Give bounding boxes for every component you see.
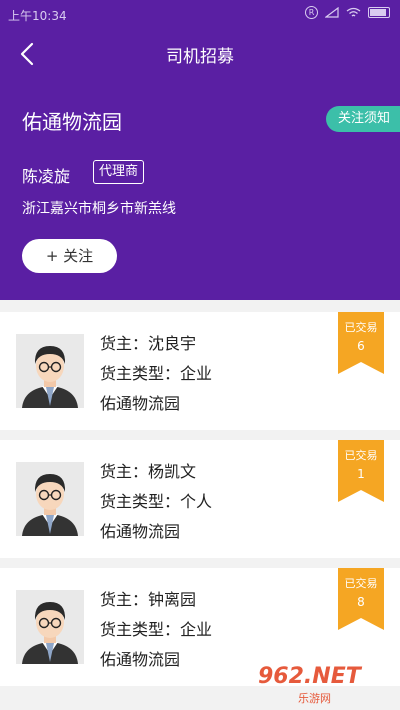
- notice-button[interactable]: 关注须知: [325, 106, 400, 132]
- avatar-icon: [16, 590, 84, 664]
- company-line: 佑通物流园: [100, 650, 181, 669]
- trade-ribbon: 已交易 8: [338, 568, 384, 630]
- follow-button[interactable]: + 关注: [22, 239, 117, 273]
- status-time: 上午10:34: [8, 9, 67, 23]
- park-name: 佑通物流园: [22, 110, 122, 134]
- page-title: 司机招募: [166, 47, 234, 67]
- trade-count: 8: [357, 595, 365, 609]
- owner-line: 货主：杨凯文: [100, 462, 197, 481]
- address: 浙江嘉兴市桐乡市新羔线: [22, 201, 176, 217]
- owner-card[interactable]: 货主：沈良宇 货主类型：企业 佑通物流园 已交易 6: [0, 312, 400, 430]
- company-line: 佑通物流园: [100, 394, 181, 413]
- owner-line: 货主：钟离园: [100, 590, 197, 609]
- owner-type-line: 货主类型：企业: [100, 620, 213, 639]
- company-line: 佑通物流园: [100, 522, 181, 541]
- owner-card[interactable]: 货主：杨凯文 货主类型：个人 佑通物流园 已交易 1: [0, 440, 400, 558]
- trade-count: 6: [357, 339, 365, 353]
- agent-badge: 代理商: [93, 160, 145, 184]
- signal-icon: [325, 7, 339, 18]
- trade-label: 已交易: [344, 577, 378, 590]
- header: 上午10:34 R 司机招募 佑通物流园 关注须知 陈凌旋 代理商 浙江嘉兴市桐…: [0, 0, 400, 300]
- owner-type-line: 货主类型：个人: [100, 492, 213, 511]
- owner-type-line: 货主类型：企业: [100, 364, 213, 383]
- owner-name: 陈凌旋: [22, 167, 71, 186]
- trade-ribbon: 已交易 1: [338, 440, 384, 502]
- trade-label: 已交易: [344, 321, 378, 334]
- owner-line: 货主：沈良宇: [100, 334, 197, 353]
- registered-icon: R: [305, 6, 318, 19]
- watermark-sub: 乐游网: [298, 692, 331, 705]
- status-bar: 上午10:34 R: [0, 0, 400, 28]
- watermark: 962.NET 乐游网: [258, 660, 386, 706]
- avatar-icon: [16, 462, 84, 536]
- watermark-logo: 962.NET: [258, 664, 361, 689]
- wifi-icon: [346, 7, 361, 17]
- battery-icon: [368, 7, 390, 18]
- trade-label: 已交易: [344, 449, 378, 462]
- trade-ribbon: 已交易 6: [338, 312, 384, 374]
- status-icons: R: [305, 6, 390, 19]
- avatar-icon: [16, 334, 84, 408]
- trade-count: 1: [357, 467, 365, 481]
